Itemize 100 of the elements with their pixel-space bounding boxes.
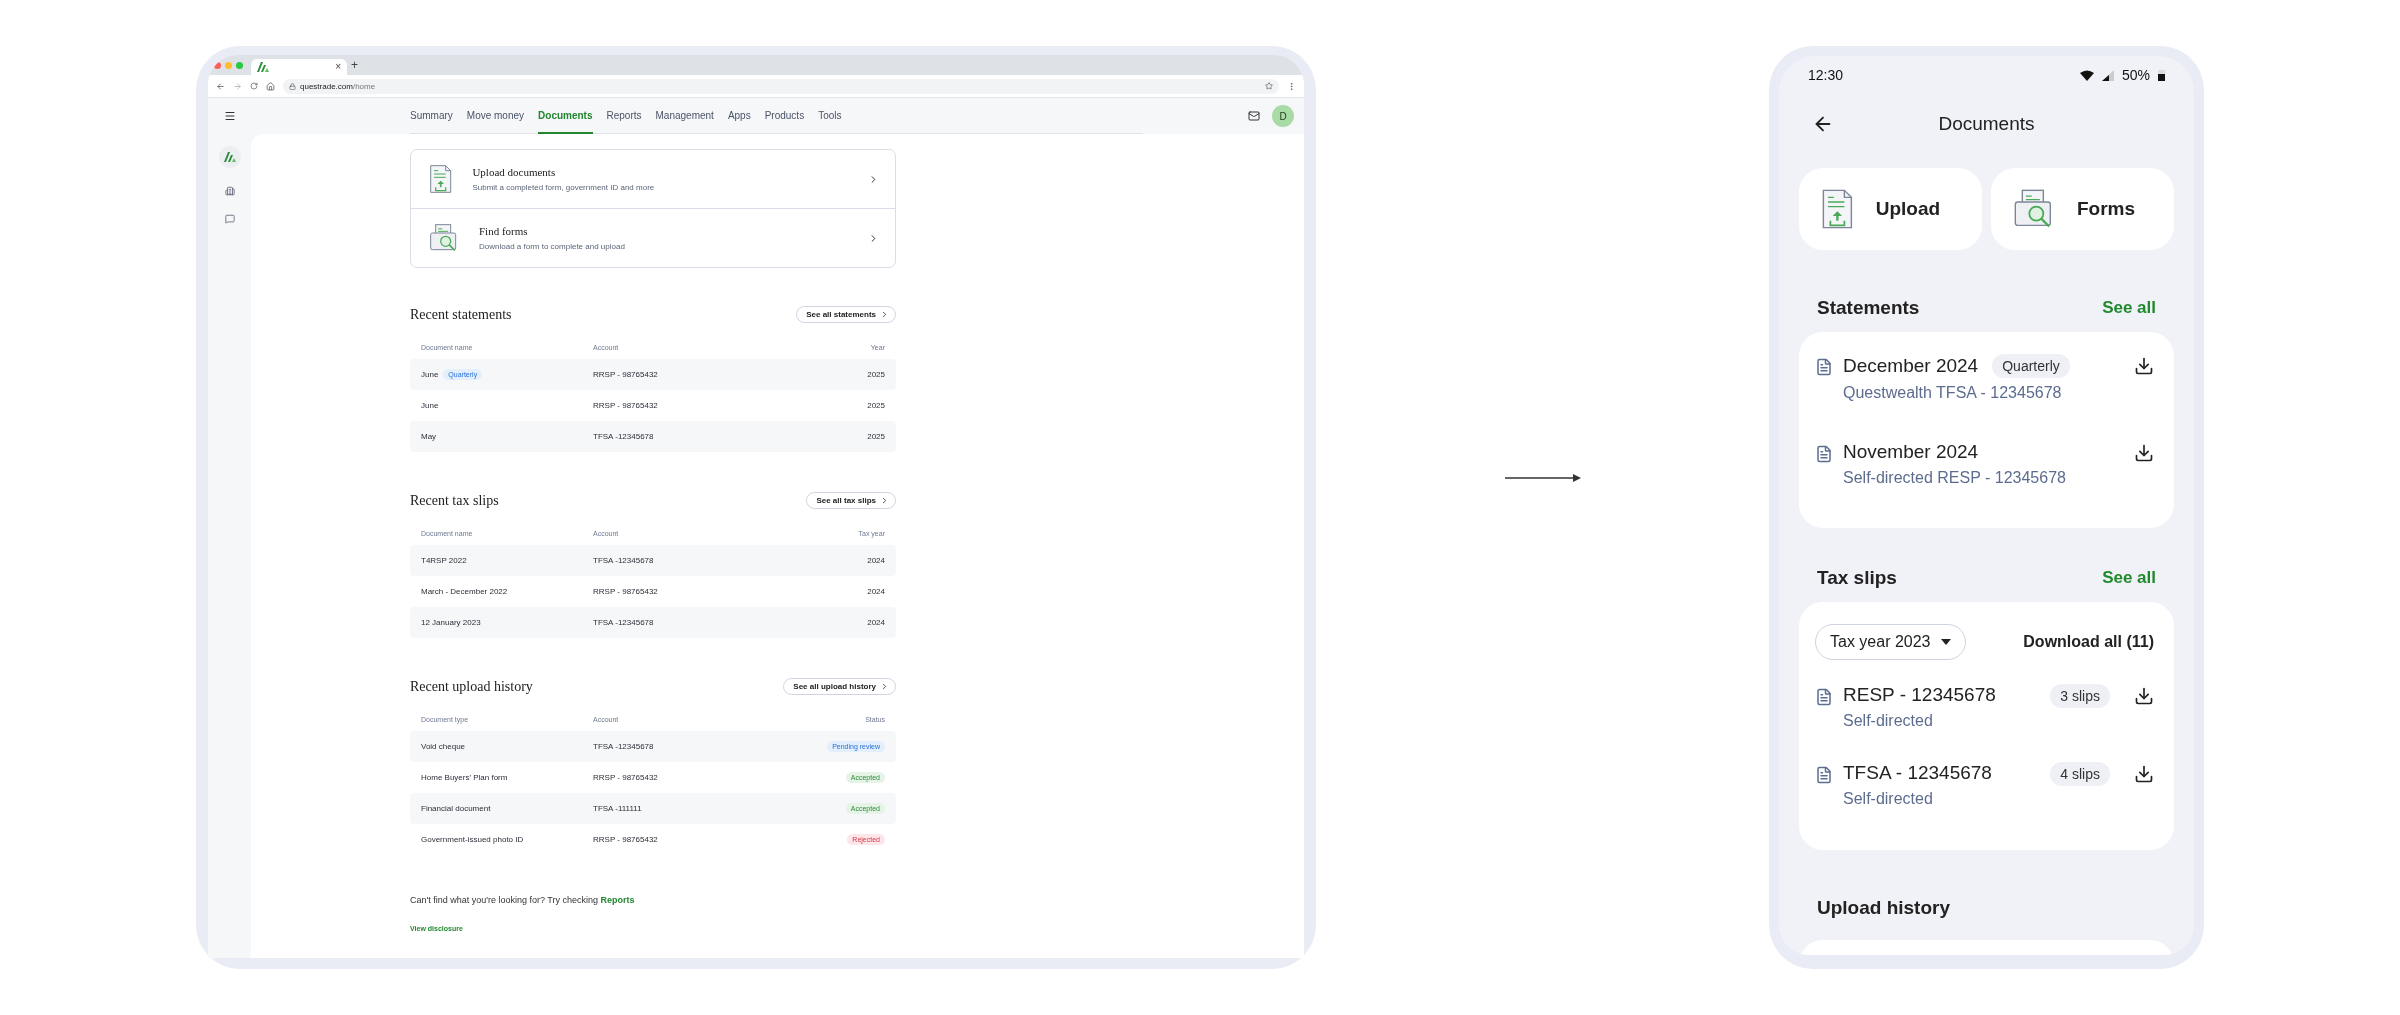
download-button[interactable]: [2134, 764, 2154, 784]
avatar[interactable]: D: [1272, 105, 1294, 127]
logo-icon: [257, 62, 269, 72]
table-cell-text: RRSP - 98765432: [593, 835, 659, 844]
table-cell: 2024: [867, 587, 885, 596]
action-title: Find forms: [479, 225, 529, 237]
section-title: Recent tax slips: [410, 492, 499, 509]
table-cell-text: RRSP - 98765432: [593, 587, 659, 596]
chat-icon[interactable]: [224, 214, 235, 224]
document-icon: [1815, 358, 1833, 376]
action-row[interactable]: Find forms Download a form to complete and upload: [411, 208, 895, 267]
nav-tab[interactable]: Apps: [727, 98, 751, 134]
home-icon[interactable]: [266, 81, 275, 91]
section-title: Tax slips: [1817, 567, 1897, 589]
table-cell-text: RRSP - 98765432: [593, 401, 659, 410]
action-subtitle: Submit a completed form, government ID and more: [472, 183, 656, 192]
table-cell-text: TFSA -12345678: [593, 742, 655, 751]
download-all-button[interactable]: Download all (11): [2023, 633, 2154, 651]
document-icon: [1815, 445, 1833, 463]
close-tab-button[interactable]: ×: [335, 62, 341, 72]
see-all-link[interactable]: See all: [2102, 298, 2156, 318]
mail-icon[interactable]: [1248, 110, 1260, 122]
address-bar[interactable]: questrade.com/home: [283, 78, 1279, 94]
account-type: Self-directed: [1843, 712, 1934, 730]
section-title: Recent upload history: [410, 678, 533, 695]
account-name: Questwealth TFSA - 12345678: [1843, 384, 2063, 402]
download-button[interactable]: [2134, 356, 2154, 376]
nav-tab[interactable]: Products: [764, 98, 805, 134]
help-text: Can't find what you're looking for? Try checking Reports: [410, 895, 636, 905]
tax-year-dropdown[interactable]: Tax year 2023: [1815, 624, 1966, 660]
section-title: Recent statements: [410, 306, 512, 323]
table-cell-text: May: [421, 432, 438, 441]
table-cell-text: Government-issued photo ID: [421, 835, 525, 844]
document-upload-icon: [429, 164, 453, 194]
see-all-button[interactable]: See all upload history: [783, 678, 896, 695]
statement-title: December 2024: [1843, 355, 1979, 377]
table-cell: 2025: [867, 432, 885, 441]
see-all-button[interactable]: See all statements: [796, 306, 896, 323]
download-button[interactable]: [2134, 443, 2154, 463]
table-cell: June: [421, 370, 439, 379]
new-tab-button[interactable]: +: [351, 59, 358, 71]
statement-title: November 2024: [1843, 441, 1979, 463]
url-text: questrade.com/home: [300, 81, 376, 91]
table-cell-text: TFSA -12345678: [593, 618, 655, 627]
bookmark-star-icon[interactable]: [1265, 82, 1273, 90]
download-button[interactable]: [2134, 686, 2154, 706]
status-time: 12:30: [1808, 67, 1844, 83]
logo-icon: [223, 152, 236, 162]
menu-dots-icon[interactable]: [1287, 81, 1296, 91]
account-type: Self-directed: [1843, 790, 1934, 808]
quick-action-button[interactable]: Upload: [1799, 168, 1982, 250]
nav-tab[interactable]: Management: [655, 98, 714, 134]
table-cell-text: TFSA -12345678: [593, 556, 655, 565]
table-cell-text: TFSA -12345678: [593, 432, 655, 441]
battery-icon: [2158, 69, 2165, 81]
tax-slip-item[interactable]: TFSA - 12345678 Self-directed 4 slips: [1815, 762, 2154, 840]
arrow-icon: [1505, 473, 1581, 482]
folder-magnifier-icon: [429, 223, 459, 253]
table-cell-text: Home Buyers' Plan form: [421, 773, 509, 782]
logo-button[interactable]: [218, 146, 241, 168]
see-all-link[interactable]: See all: [2102, 568, 2156, 588]
reports-link[interactable]: Reports: [600, 895, 635, 905]
section-title: Statements: [1817, 297, 1920, 319]
back-icon[interactable]: [216, 81, 225, 91]
account-title: RESP - 12345678: [1843, 684, 1997, 706]
quick-action-button[interactable]: Forms: [1991, 168, 2174, 250]
action-title: Upload documents: [472, 166, 557, 178]
nav-tab[interactable]: Tools: [818, 98, 842, 134]
action-subtitle: Download a form to complete and upload: [479, 242, 626, 251]
action-row[interactable]: Upload documents Submit a completed form, government ID and more: [411, 150, 895, 208]
table-cell-text: Financial document: [421, 804, 492, 813]
document-upload-icon: [1821, 188, 1854, 230]
table-cell-text: June: [421, 401, 440, 410]
browser-tab[interactable]: ×: [251, 59, 347, 75]
lock-icon: [289, 82, 296, 90]
table-cell: 2024: [867, 556, 885, 565]
section-title: Upload history: [1817, 897, 1950, 919]
statement-item[interactable]: December 2024 Quarterly Questwealth TFSA - 12345678: [1815, 354, 2154, 441]
chevron-right-icon: [880, 310, 889, 319]
tax-slip-item[interactable]: RESP - 12345678 Self-directed 3 slips: [1815, 684, 2154, 762]
table-cell-text: RRSP - 98765432: [593, 773, 659, 782]
account-name: Self-directed RESP - 12345678: [1843, 469, 2067, 487]
reload-icon[interactable]: [250, 82, 258, 90]
nav-tab[interactable]: Move money: [466, 98, 525, 134]
table-cell-text: TFSA -111111: [593, 804, 643, 813]
wifi-icon: [2079, 69, 2094, 81]
menu-icon[interactable]: [223, 110, 236, 122]
slip-count: 4 slips: [2050, 762, 2110, 786]
see-all-button[interactable]: See all tax slips: [806, 492, 896, 509]
document-icon: [1815, 688, 1833, 706]
slip-count: 3 slips: [2050, 684, 2110, 708]
caret-down-icon: [1940, 639, 1951, 645]
signal-icon: [2101, 69, 2114, 81]
chevron-right-icon: [880, 682, 889, 691]
nav-tab[interactable]: Reports: [606, 98, 642, 134]
nav-tab[interactable]: Summary: [410, 98, 453, 134]
statement-item[interactable]: November 2024 Self-directed RESP - 12345678: [1815, 441, 2154, 528]
table-cell: 2025: [867, 401, 885, 410]
building-icon[interactable]: [224, 186, 235, 196]
chevron-right-icon: [880, 496, 889, 505]
